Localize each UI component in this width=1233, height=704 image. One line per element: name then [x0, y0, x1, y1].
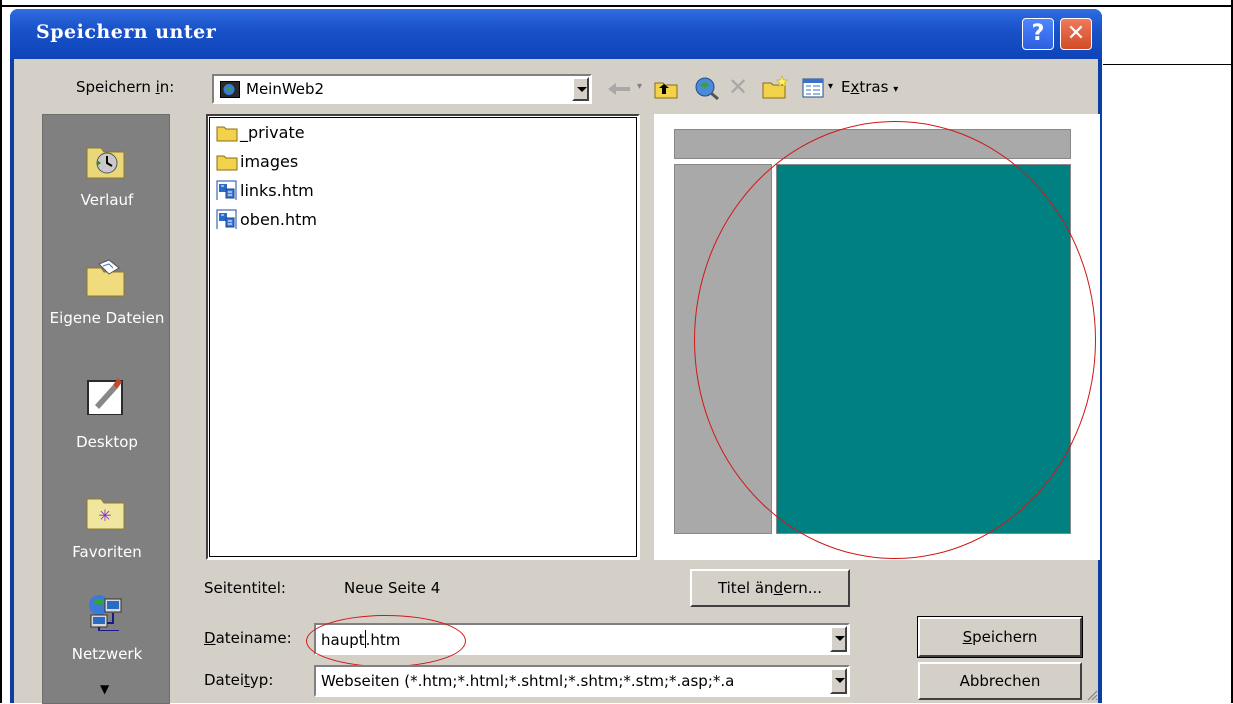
- history-icon: [86, 147, 125, 179]
- my-documents-icon: [86, 259, 125, 297]
- up-folder-icon[interactable]: [654, 77, 678, 99]
- folder-icon: [216, 155, 238, 171]
- save-as-dialog: Speichern unter ? ✕ Speichern in: MeinWe…: [10, 9, 1102, 704]
- back-arrow-icon[interactable]: [606, 80, 634, 98]
- delete-icon[interactable]: ✕: [728, 73, 748, 101]
- htm-file-icon: [216, 209, 237, 229]
- new-folder-icon[interactable]: [762, 75, 790, 99]
- places-label-favoriten: Favoriten: [72, 543, 142, 561]
- close-button[interactable]: ✕: [1060, 18, 1092, 50]
- search-web-icon[interactable]: [694, 76, 720, 100]
- cancel-button[interactable]: Abbrechen: [918, 662, 1082, 700]
- filetype-dropdown-button[interactable]: [830, 668, 847, 694]
- close-icon: ✕: [1066, 21, 1086, 46]
- save-in-combobox[interactable]: MeinWeb2: [212, 74, 592, 104]
- outer-frame-top: [0, 0, 1233, 7]
- filename-label: Dateiname:: [204, 629, 292, 647]
- file-name: links.htm: [240, 181, 314, 200]
- help-button[interactable]: ?: [1022, 18, 1054, 50]
- save-in-dropdown-button[interactable]: [572, 77, 589, 101]
- places-label-eigene-dateien: Eigene Dateien: [49, 309, 165, 327]
- web-folder-icon: [220, 81, 240, 98]
- network-icon: [89, 595, 122, 631]
- favorites-icon: ✳: [86, 498, 125, 530]
- file-name: oben.htm: [240, 210, 318, 229]
- filename-dropdown-button[interactable]: [830, 626, 847, 652]
- file-list[interactable]: _private images links.htm oben.htm: [206, 114, 640, 560]
- filetype-label: Dateityp:: [204, 671, 274, 689]
- htm-file-icon: [216, 180, 237, 200]
- annotation-ellipse-preview: [694, 121, 1096, 559]
- help-icon: ?: [1031, 21, 1045, 46]
- annotation-ellipse-filename: [306, 615, 466, 667]
- page-title-label: Seitentitel:: [204, 579, 286, 597]
- save-in-label: Speichern in:: [76, 78, 175, 96]
- outer-frame-left: [0, 0, 2, 703]
- save-button[interactable]: Speichern: [917, 616, 1083, 658]
- save-in-value: MeinWeb2: [246, 80, 325, 98]
- views-dropdown-icon[interactable]: ▾: [828, 81, 833, 92]
- back-dropdown-icon[interactable]: ▾: [637, 81, 642, 92]
- outer-frame-divider: [1103, 64, 1233, 65]
- places-label-verlauf: Verlauf: [80, 191, 134, 209]
- dialog-client-area: Speichern in: MeinWeb2 ▾ ✕ ▾ Extras ▾ Ve…: [14, 59, 1100, 704]
- dialog-title: Speichern unter: [36, 21, 217, 43]
- svg-text:✳: ✳: [98, 506, 111, 525]
- filetype-value: Webseiten (*.htm;*.html;*.shtml;*.shtm;*…: [321, 672, 735, 690]
- title-bar[interactable]: Speichern unter ? ✕: [10, 9, 1102, 59]
- views-icon[interactable]: [802, 78, 824, 98]
- file-name: images: [240, 152, 299, 171]
- places-label-netzwerk: Netzwerk: [71, 645, 143, 663]
- change-title-button[interactable]: Titel ändern...: [690, 569, 850, 607]
- places-label-desktop: Desktop: [76, 433, 138, 451]
- folder-icon: [216, 126, 238, 142]
- desktop-icon: [87, 378, 123, 415]
- resize-grip-icon[interactable]: [1086, 689, 1098, 701]
- extras-dropdown-icon: ▾: [893, 84, 899, 95]
- places-bar: Verlauf Eigene Dateien Desktop ✳ Favorit…: [42, 114, 170, 704]
- page-title-value: Neue Seite 4: [344, 579, 441, 597]
- places-scroll-down-icon[interactable]: ▼: [100, 682, 109, 696]
- extras-menu-button[interactable]: Extras ▾: [841, 78, 898, 96]
- file-name: _private: [240, 123, 305, 142]
- filetype-combobox[interactable]: Webseiten (*.htm;*.html;*.shtml;*.shtm;*…: [314, 665, 850, 697]
